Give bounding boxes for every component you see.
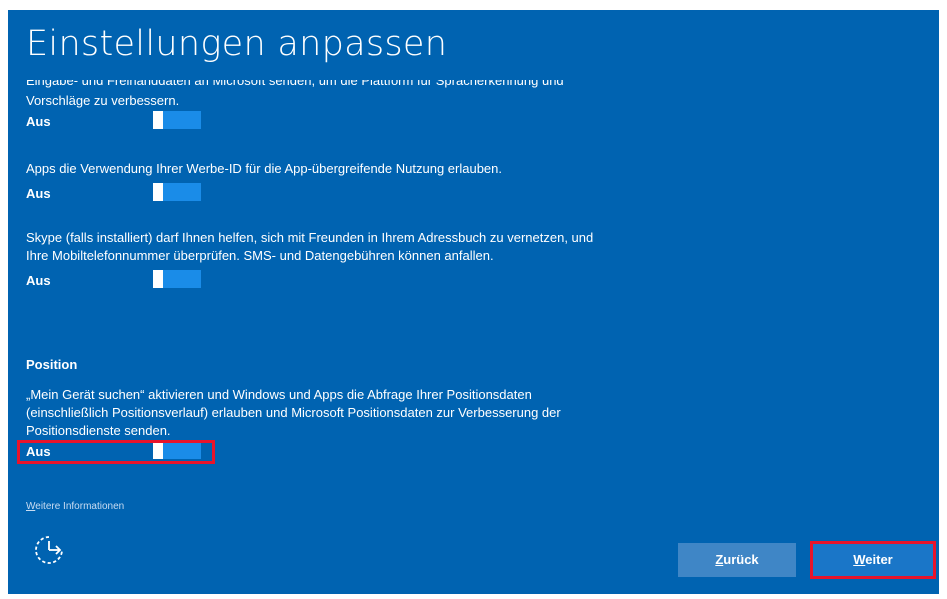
toggle-state-label: Aus	[26, 186, 51, 201]
setting-description: Vorschläge zu verbessern.	[26, 93, 180, 108]
setting-description: Apps die Verwendung Ihrer Werbe-ID für d…	[26, 161, 502, 176]
setting-description: (einschließlich Positionsverlauf) erlaub…	[26, 405, 561, 420]
ease-of-access-icon[interactable]	[32, 533, 66, 567]
advertising-id-toggle[interactable]	[153, 183, 201, 201]
toggle-state-label: Aus	[26, 273, 51, 288]
next-button[interactable]: Weiter	[810, 541, 936, 579]
next-label: eiter	[865, 552, 893, 567]
setting-toggle-row: Aus	[26, 269, 726, 291]
toggle-thumb	[153, 270, 163, 288]
page-title: Einstellungen anpassen	[26, 24, 448, 64]
back-button[interactable]: Zurück	[678, 543, 796, 577]
position-section-heading: Position	[26, 357, 78, 372]
access-key: W	[853, 552, 866, 567]
toggle-state-label: Aus	[26, 114, 51, 129]
settings-scroll-region[interactable]: Eingabe- und Freihanddaten an Microsoft …	[8, 80, 939, 495]
more-info-label: eitere Informationen	[35, 501, 125, 512]
setting-toggle-row: Aus	[26, 110, 726, 132]
position-toggle-highlight	[17, 440, 215, 464]
setting-toggle-row: Aus	[26, 182, 726, 204]
toggle-thumb	[153, 111, 163, 129]
toggle-thumb	[153, 183, 163, 201]
setting-description: Positionsdienste senden.	[26, 423, 171, 438]
setting-description: Skype (falls installiert) darf Ihnen hel…	[26, 230, 594, 245]
setting-skype-contacts: Skype (falls installiert) darf Ihnen hel…	[26, 229, 726, 291]
skype-contacts-toggle[interactable]	[153, 270, 201, 288]
speech-suggestions-toggle[interactable]	[153, 111, 201, 129]
setting-description: Ihre Mobiltelefonnummer überprüfen. SMS-…	[26, 248, 494, 263]
setting-advertising-id: Apps die Verwendung Ihrer Werbe-ID für d…	[26, 160, 726, 204]
back-label: urück	[723, 552, 759, 567]
setting-speech-suggestions: Vorschläge zu verbessern. Aus	[26, 92, 726, 132]
setup-screen: Einstellungen anpassen Eingabe- und Frei…	[8, 10, 939, 594]
more-info-link[interactable]: Weitere Informationen	[26, 501, 124, 512]
access-key: W	[26, 501, 36, 512]
setting-description: „Mein Gerät suchen“ aktivieren und Windo…	[26, 387, 532, 402]
cut-off-description: Eingabe- und Freihanddaten an Microsoft …	[26, 80, 564, 88]
